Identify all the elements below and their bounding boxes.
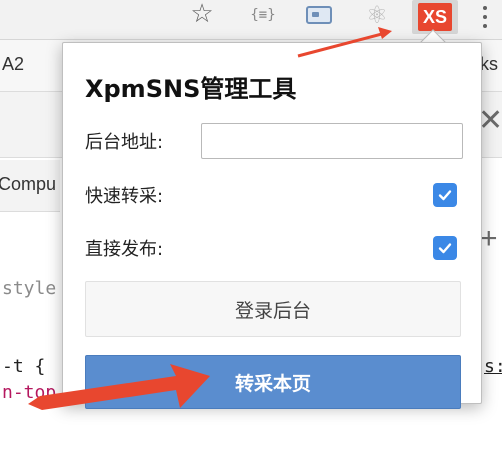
checkmark-icon — [438, 243, 452, 254]
inspector-box-icon — [306, 6, 332, 24]
login-backend-button[interactable]: 登录后台 — [85, 281, 461, 337]
fast-fetch-row: 快速转采: — [85, 175, 463, 215]
direct-publish-checkbox[interactable] — [433, 236, 457, 260]
react-devtools-icon[interactable]: ⚛ — [360, 0, 394, 30]
inspector-extension-icon[interactable] — [302, 0, 336, 30]
checkmark-icon — [438, 190, 452, 201]
direct-publish-row: 直接发布: — [85, 228, 463, 268]
fast-fetch-label: 快速转采: — [85, 186, 164, 207]
address-label: 后台地址: — [85, 132, 164, 153]
address-row: 后台地址: — [85, 121, 463, 161]
fast-fetch-checkbox[interactable] — [433, 183, 457, 207]
xpmsns-popup: XpmSNS管理工具 后台地址: 快速转采: 直接发布: 登录后台 转采本页 — [62, 42, 482, 409]
background-tab-left[interactable]: A2 — [2, 54, 24, 75]
xs-badge-icon: XS — [418, 3, 452, 31]
xpmsns-extension-button[interactable]: XS — [412, 0, 458, 34]
computed-tab[interactable]: Compu — [0, 174, 56, 195]
bookmark-star-icon[interactable]: ☆ — [186, 0, 218, 28]
screen: ☆ {≡} ⚛ XS A2 ks ✕ Compu + style -t { n-… — [0, 0, 502, 460]
popup-title: XpmSNS管理工具 — [85, 75, 297, 103]
style-label: style — [2, 278, 57, 299]
css-property-text: n-top — [2, 382, 57, 403]
address-input[interactable] — [201, 123, 463, 159]
direct-publish-label: 直接发布: — [85, 239, 164, 260]
browser-menu-icon[interactable] — [470, 6, 500, 28]
json-extension-icon[interactable]: {≡} — [246, 0, 280, 30]
add-rule-icon[interactable]: + — [480, 224, 498, 254]
css-selector-text: -t { — [2, 356, 46, 377]
fetch-page-button[interactable]: 转采本页 — [85, 355, 461, 409]
css-source-link[interactable]: s: — [484, 356, 502, 377]
background-tab-right[interactable]: ks — [480, 54, 498, 75]
